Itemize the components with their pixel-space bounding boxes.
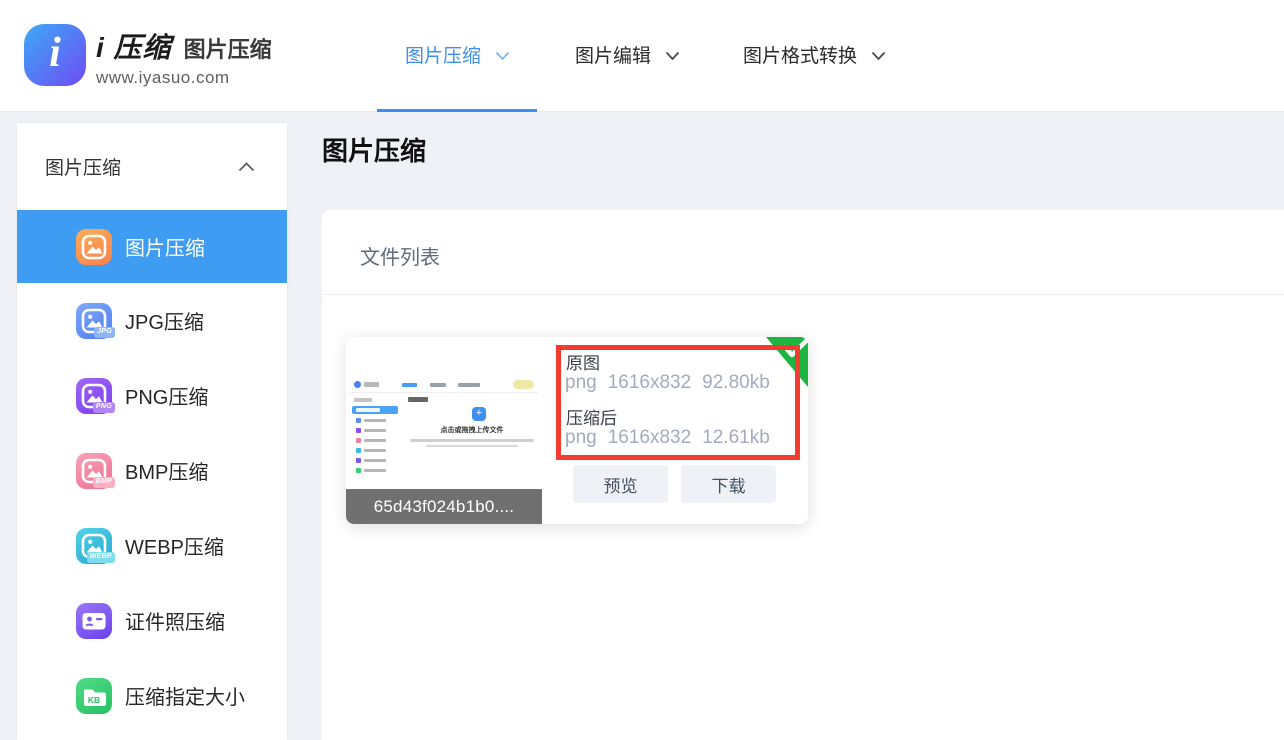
image-icon: WEBP — [76, 528, 112, 564]
sidebar-item-compress-to-size[interactable]: KB 压缩指定大小 — [17, 658, 287, 733]
sidebar-item-label: JPG压缩 — [125, 306, 204, 335]
sidebar-item-image-compress[interactable]: 图片压缩 — [17, 210, 287, 283]
mini-upload-text: 点击或拖拽上传文件 — [406, 425, 538, 435]
brand-name: i 压缩 — [96, 26, 172, 66]
thumbnail-mini-screenshot: + 点击或拖拽上传文件 — [350, 377, 538, 487]
image-icon — [76, 229, 112, 265]
brand[interactable]: i i 压缩 图片压缩 www.iyasuo.com — [24, 24, 272, 88]
format-badge: JPG — [94, 327, 115, 337]
file-thumbnail[interactable]: + 点击或拖拽上传文件 65d43f024b1b0.... — [346, 337, 542, 524]
logo-letter: i — [49, 32, 61, 74]
preview-button[interactable]: 预览 — [573, 465, 668, 503]
chevron-down-icon — [495, 51, 510, 61]
kb-badge: KB — [88, 695, 100, 705]
sidebar: 图片压缩 图片压缩 JPG JPG压缩 PNG PNG压缩 — [17, 123, 287, 740]
file-card: + 点击或拖拽上传文件 65d43f024b1b0.... 原图 png 1616… — [346, 337, 808, 524]
original-info: png1616x83292.80kb — [565, 372, 781, 394]
sidebar-item-jpg-compress[interactable]: JPG JPG压缩 — [17, 283, 287, 358]
chevron-up-icon — [238, 162, 255, 172]
sidebar-item-bmp-compress[interactable]: BMP BMP压缩 — [17, 433, 287, 508]
nav-tab-image-compress[interactable]: 图片压缩 — [405, 40, 510, 68]
nav-tab-label: 图片编辑 — [575, 41, 651, 68]
image-icon: JPG — [76, 303, 112, 339]
sidebar-item-png-compress[interactable]: PNG PNG压缩 — [17, 358, 287, 433]
sidebar-item-label: 压缩指定大小 — [125, 681, 245, 710]
sidebar-item-label: BMP压缩 — [125, 456, 208, 485]
sidebar-item-label: 证件照压缩 — [125, 606, 225, 635]
panel-title: 文件列表 — [360, 241, 440, 270]
mini-logo — [354, 381, 361, 388]
sidebar-item-label: 图片压缩 — [125, 232, 205, 261]
panel-divider — [322, 294, 1284, 295]
compressed-size: 12.61kb — [702, 427, 770, 448]
original-format: png — [565, 372, 597, 393]
sidebar-item-id-photo-compress[interactable]: 证件照压缩 — [17, 583, 287, 658]
sidebar-item-label: WEBP压缩 — [125, 531, 224, 560]
chevron-down-icon — [871, 51, 886, 61]
brand-url: www.iyasuo.com — [96, 68, 272, 88]
original-label: 原图 — [566, 349, 600, 374]
format-badge: PNG — [93, 402, 115, 412]
image-icon: PNG — [76, 378, 112, 414]
format-badge: WEBP — [87, 552, 115, 562]
format-badge: BMP — [93, 477, 115, 487]
sidebar-item-webp-compress[interactable]: WEBP WEBP压缩 — [17, 508, 287, 583]
sidebar-group-label: 图片压缩 — [45, 153, 121, 180]
nav-tab-format-convert[interactable]: 图片格式转换 — [743, 40, 886, 68]
file-list-panel: 文件列表 — [322, 210, 1284, 740]
compressed-format: png — [565, 427, 597, 448]
original-dimensions: 1616x832 — [608, 372, 691, 393]
mini-sidebar — [350, 393, 400, 486]
mini-body: + 点击或拖拽上传文件 — [350, 393, 538, 486]
compressed-info: png 1616x832 12.61kb — [565, 427, 781, 449]
brand-product-name: 图片压缩 — [184, 32, 272, 64]
chevron-down-icon — [665, 51, 680, 61]
nav-tab-image-edit[interactable]: 图片编辑 — [575, 40, 680, 68]
compressed-dimensions: 1616x832 — [608, 427, 691, 448]
file-name: 65d43f024b1b0.... — [346, 489, 542, 524]
app-window: i i 压缩 图片压缩 www.iyasuo.com 图片压缩 图片编辑 图片格… — [0, 0, 1284, 740]
nav-tab-label: 图片格式转换 — [743, 41, 857, 68]
compressed-label: 压缩后 — [566, 404, 617, 429]
active-tab-underline — [377, 109, 537, 112]
sidebar-group-header[interactable]: 图片压缩 — [17, 123, 287, 210]
mini-action-pill — [513, 380, 534, 389]
brand-logo-icon: i — [24, 24, 86, 86]
plus-icon: + — [472, 407, 486, 421]
brand-text: i 压缩 图片压缩 www.iyasuo.com — [96, 24, 272, 88]
success-corner-badge — [756, 337, 808, 399]
image-icon: BMP — [76, 453, 112, 489]
sidebar-item-label: PNG压缩 — [125, 381, 208, 410]
nav-tab-label: 图片压缩 — [405, 41, 481, 68]
folder-icon: KB — [76, 678, 112, 714]
download-button[interactable]: 下载 — [681, 465, 776, 503]
id-card-icon — [76, 603, 112, 639]
page-title: 图片压缩 — [322, 131, 426, 168]
mini-header — [350, 377, 538, 393]
app-header: i i 压缩 图片压缩 www.iyasuo.com 图片压缩 图片编辑 图片格… — [0, 0, 1284, 112]
